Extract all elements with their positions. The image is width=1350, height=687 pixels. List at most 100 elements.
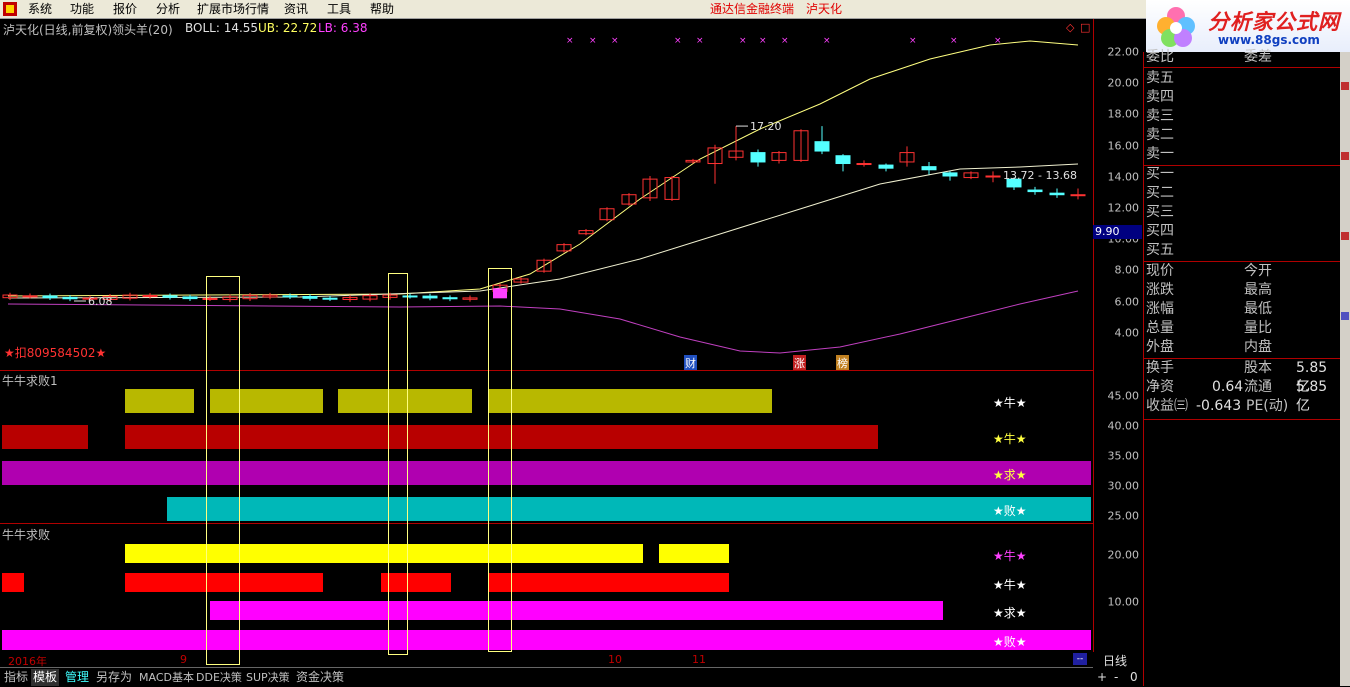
candlestick-chart[interactable]: × × × × × × × × × × × ×17.206.0813.72 - 13.68 [0,19,1093,370]
total-volume-label: 总量 [1146,320,1174,336]
candle-body [878,164,894,169]
tab-dde[interactable]: DDE决策 [194,669,244,686]
ind1-seek-bar [2,461,1091,485]
side-button-icon[interactable] [1341,82,1349,90]
right-toolbar-strip [1340,52,1350,686]
candle-body [302,295,318,299]
candle-body [42,295,58,299]
date-month-9: 9 [180,653,187,666]
current-price-tag: 9.90 [1093,225,1142,239]
ind2-bull-bar [125,544,643,563]
tab-save-as[interactable]: 另存为 [94,669,134,686]
candle-body [942,172,958,177]
boll-lower-line [7,290,1079,354]
current-price-label: 现价 [1146,263,1174,279]
panel-divider [0,523,1093,524]
menu-quote[interactable]: 报价 [113,0,137,18]
sell1-label: 卖一 [1146,146,1174,162]
period-label[interactable]: 日线 [1103,652,1127,669]
high-price-label: 17.20 [750,120,782,133]
ind2-label-bull: ★牛★ [993,549,1027,563]
date-month-11: 11 [692,653,706,666]
buy3-label: 买三 [1146,204,1174,220]
selection-box[interactable] [388,273,408,655]
price-axis-label: 14.00 [1107,170,1140,184]
signal-x-mark: × [611,36,619,46]
equity-value: 5.85亿 [1296,360,1328,395]
side-button-icon[interactable] [1341,312,1349,320]
low-label: 最低 [1244,301,1272,317]
side-button-icon[interactable] [1341,152,1349,160]
menu-function[interactable]: 功能 [70,0,94,18]
ind1-bull2-bar [2,425,88,449]
tab-sup[interactable]: SUP决策 [244,669,292,686]
zoom-reset-button[interactable]: 0 [1130,670,1138,684]
date-scroll-button[interactable]: -- [1073,653,1087,665]
signal-x-mark: × [589,36,597,46]
price-axis-label: 16.00 [1107,139,1140,153]
signal-x-mark: × [696,36,704,46]
candle-body [1049,192,1065,196]
candle-body [750,152,766,163]
buy4-label: 买四 [1146,223,1174,239]
ind1-label-bull: ★牛★ [993,396,1027,410]
menu-extended-market[interactable]: 扩展市场行情 [197,0,269,18]
ind1-axis-label: 25.00 [1107,509,1140,523]
event-mark-rise[interactable]: 涨 [793,355,806,371]
selection-box[interactable] [488,268,512,652]
ind2-seek-bar [210,601,943,620]
candle-body [142,294,158,297]
tab-manage[interactable]: 管理 [63,669,91,686]
app-icon[interactable] [2,1,18,17]
ind1-bull-bar [489,389,772,413]
ind2-lose-bar [2,630,1091,650]
tab-macd[interactable]: MACD基本 [137,669,196,686]
open-label: 今开 [1244,263,1272,279]
menu-news[interactable]: 资讯 [284,0,308,18]
signal-x-mark: × [674,36,682,46]
info-divider [1144,67,1341,68]
ind1-axis-label: 40.00 [1107,419,1140,433]
zoom-out-button[interactable]: - [1114,670,1118,684]
signal-x-mark: × [909,36,917,46]
price-axis-label: 18.00 [1107,107,1140,121]
marquee-stock: 泸天化 [806,2,843,16]
logo-url: www.88gs.com [1218,33,1320,47]
price-axis-label: 20.00 [1107,76,1140,90]
candle-body [182,296,198,300]
sell2-label: 卖二 [1146,127,1174,143]
float-label: 流通 [1244,379,1272,395]
logo-text: 分析家公式网 [1208,10,1340,34]
indicator1-title: 牛牛求败1 [2,374,58,388]
side-button-icon[interactable] [1341,232,1349,240]
tab-template[interactable]: 模板 [31,669,60,686]
ind1-label-bull2: ★牛★ [993,432,1027,446]
flower-logo-icon [1157,7,1195,47]
ind1-bull-bar [125,389,194,413]
ind2-axis-label: 10.00 [1107,595,1140,609]
outer-volume-label: 外盘 [1146,339,1174,355]
candle-body [162,295,178,298]
event-mark-rank[interactable]: 榜 [836,355,849,371]
quote-info-panel: 委比 委差 卖五 卖四 卖三 卖二 卖一 买一 买二 买三 买四 买五 现价 涨… [1143,49,1341,686]
ind2-bull2-bar [489,573,729,592]
candle-body [921,166,937,171]
zoom-in-button[interactable]: + [1097,670,1107,684]
menu-system[interactable]: 系统 [28,0,52,18]
ind2-label-bull2: ★牛★ [993,578,1027,592]
menu-analysis[interactable]: 分析 [156,0,180,18]
ind2-axis-label: 20.00 [1107,548,1140,562]
tab-fund[interactable]: 资金决策 [294,669,346,686]
tab-indicator[interactable]: 指标 [2,669,30,686]
price-axis-label: 6.00 [1114,295,1140,309]
eps-label: 收益㈢ [1146,398,1188,414]
ind2-label-seek: ★求★ [993,606,1027,620]
menu-help[interactable]: 帮助 [370,0,394,18]
site-logo: 分析家公式网 www.88gs.com [1146,0,1350,52]
buy1-label: 买一 [1146,166,1174,182]
menu-tools[interactable]: 工具 [327,0,351,18]
event-mark-finance[interactable]: 财 [684,355,697,371]
signal-x-mark: × [759,36,767,46]
selection-box[interactable] [206,276,240,665]
candle-body [985,175,1001,178]
